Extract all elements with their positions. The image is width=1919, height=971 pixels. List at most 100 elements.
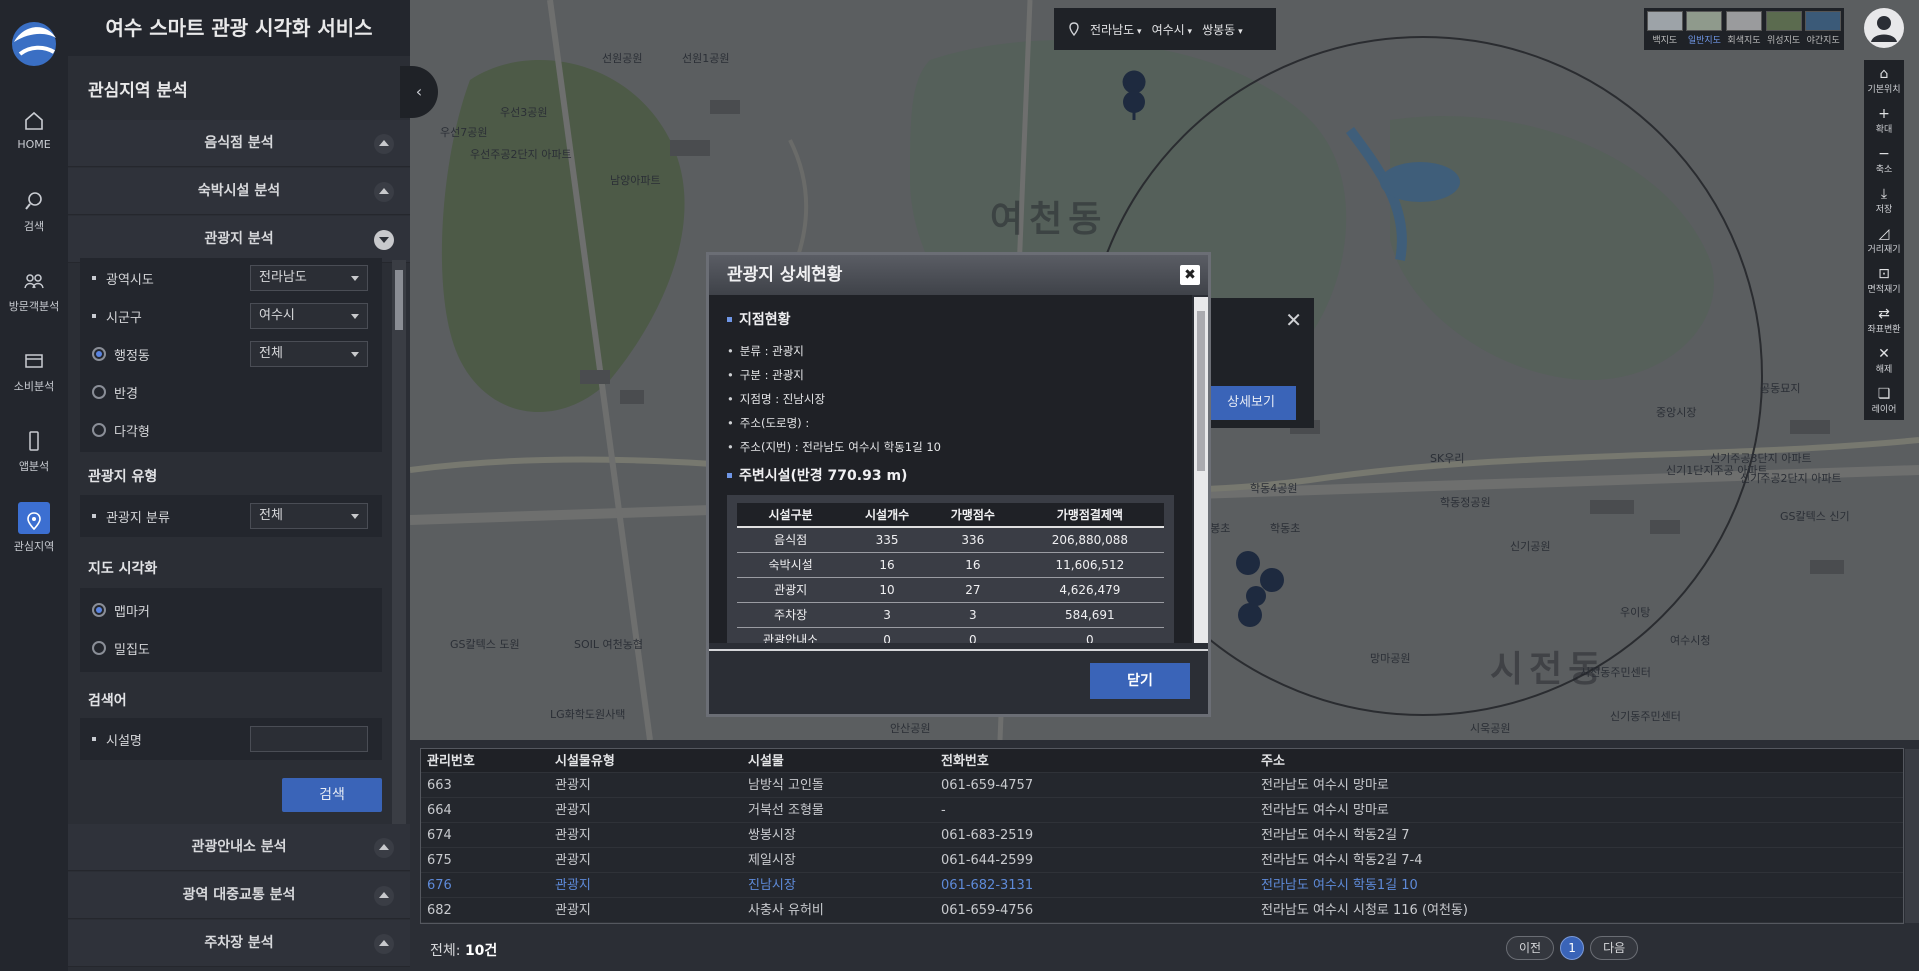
close-icon[interactable]: ✖ [1180,265,1200,285]
scrollbar-thumb[interactable] [395,270,403,330]
map-label: 여수시청 [1670,634,1711,647]
table-row-selected[interactable]: 676 관광지 진남시장 061-682-3131 전라남도 여수시 학동1길 10 [421,873,1903,898]
tool-zoom-out[interactable]: − 축소 [1864,140,1904,180]
map-label: 신기공원 [1510,540,1551,553]
dong-select[interactable]: 전체 [250,341,368,367]
column-header[interactable]: 전화번호 [935,749,1255,772]
prev-page-button[interactable]: 이전 [1506,936,1555,960]
keyword-input[interactable] [250,726,368,752]
table-cell: 11,606,512 [1015,552,1164,578]
column-header[interactable]: 시설물유형 [549,749,742,772]
rail-item-app[interactable]: 앱분석 [0,416,68,490]
tool-measure-area[interactable]: ⊡ 면적재기 [1864,260,1904,300]
city-row: 시군구 여수시 [92,298,382,334]
detail-item: 분류 : 관광지 [727,339,1174,363]
density-radio[interactable] [92,641,106,655]
panel-scrollbar[interactable] [392,260,406,826]
accordion-info-center[interactable]: 관광안내소 분석 [68,824,410,871]
tourism-type-title: 관광지 유형 [88,469,158,485]
detail-item: 주소(도로명) : [727,411,1174,435]
search-button[interactable]: 검색 [282,778,382,812]
table-cell: 관광안내소 [737,627,845,643]
next-page-button[interactable]: 다음 [1590,936,1639,960]
city-select[interactable]: 여수시 [250,303,368,329]
tool-layer[interactable]: ❏ 레이어 [1864,380,1904,420]
table-cell: 사충사 유허비 [748,903,824,918]
map-type-satellite[interactable]: 위성지도 [1765,11,1803,47]
rail-item-home[interactable]: HOME [0,96,68,170]
scrollbar-thumb[interactable] [1197,311,1205,471]
accordion-parking[interactable]: 주차장 분석 [68,920,410,967]
tool-label: 좌표변환 [1867,325,1901,335]
column-header[interactable]: 주소 [1255,749,1895,772]
user-avatar[interactable] [1864,8,1904,48]
marker-radio[interactable] [92,603,106,617]
table-cell: 관광지 [737,577,845,603]
tool-label: 확대 [1875,125,1893,135]
table-row[interactable]: 664 관광지 거북선 조형물 - 전라남도 여수시 망마로 [421,798,1903,823]
panel-title: 관심지역 분석 [88,81,188,101]
dong-label: 행정동 [114,348,150,364]
tool-default-position[interactable]: ⌂ 기본위치 [1864,60,1904,100]
detail-item: 구분 : 관광지 [727,363,1174,387]
table-row[interactable]: 682 관광지 사충사 유허비 061-659-4756 전라남도 여수시 시청로 11… [421,898,1903,923]
city-dropdown[interactable]: 여수시 [1152,21,1193,38]
branch-section-title: 지점현황 [727,309,1174,329]
radius-radio[interactable] [92,385,106,399]
tool-save[interactable]: ⤓ 저장 [1864,180,1904,220]
map-type-gray[interactable]: 회색지도 [1725,11,1763,47]
city-label: 시군구 [106,310,142,326]
table-cell: 전라남도 여수시 학동2길 7-4 [1261,853,1423,868]
tool-zoom-in[interactable]: + 확대 [1864,100,1904,140]
province-dropdown[interactable]: 전라남도 [1090,21,1142,38]
rail-item-search[interactable]: 검색 [0,176,68,250]
tool-measure-distance[interactable]: ◿ 거리재기 [1864,220,1904,260]
map-type-general[interactable]: 일반지도 [1686,11,1724,47]
chevron-left-icon: ‹ [415,82,423,101]
tool-clear[interactable]: ✕ 해제 [1864,340,1904,380]
close-button[interactable]: 닫기 [1090,663,1190,699]
accordion-lodging[interactable]: 숙박시설 분석 [68,168,410,215]
table-cell: - [941,803,946,818]
column-header[interactable]: 시설물 [742,749,935,772]
province-select[interactable]: 전라남도 [250,265,368,291]
table-cell: 16 [844,552,930,578]
total-value: 10건 [464,943,498,959]
rail-item-consumption[interactable]: 소비분석 [0,336,68,410]
tool-label: 축소 [1875,165,1893,175]
keyword-title: 검색어 [88,693,127,709]
dong-radio[interactable] [92,347,106,361]
table-cell: 주차장 [737,602,845,628]
chevron-up-icon [374,838,394,858]
accordion-tourism[interactable]: 관광지 분석 [68,216,410,263]
table-row[interactable]: 675 관광지 제일시장 061-644-2599 전라남도 여수시 학동2길 7-4 [421,848,1903,873]
accordion-restaurant[interactable]: 음식점 분석 [68,120,410,167]
table-row[interactable]: 674 관광지 쌍봉시장 061-683-2519 전라남도 여수시 학동2길 7 [421,823,1903,848]
close-icon[interactable]: ✕ [1285,308,1302,332]
card-icon [25,354,43,368]
nearby-section-title: 주변시설(반경 770.93 m) [727,465,1174,485]
dong-dropdown[interactable]: 쌍봉동 [1202,21,1243,38]
density-row: 밀집도 [92,630,382,666]
tool-coordinate-convert[interactable]: ⇄ 좌표변환 [1864,300,1904,340]
map-type-night[interactable]: 야간지도 [1804,11,1842,47]
table-cell: 관광지 [555,828,591,843]
map-type-blank[interactable]: 백지도 [1646,11,1684,47]
download-icon: ⤓ [1880,186,1888,202]
table-row[interactable]: 663 관광지 남방식 고인돌 061-659-4757 전라남도 여수시 망마로 [421,773,1903,798]
map-district-label: 여천동 [990,199,1108,240]
tourism-type-select[interactable]: 전체 [250,503,368,529]
polygon-radio[interactable] [92,423,106,437]
page-number-button[interactable]: 1 [1560,936,1585,960]
province-label: 광역시도 [106,272,154,288]
map-label: 우선7공원 [440,126,488,139]
results-scrollbar[interactable] [1905,749,1919,923]
modal-scrollbar[interactable] [1194,297,1208,643]
detail-view-button[interactable]: 상세보기 [1206,386,1296,420]
rail-item-visitors[interactable]: 방문객분석 [0,256,68,330]
accordion-transit[interactable]: 광역 대중교통 분석 [68,872,410,919]
map-label: GS칼텍스 도원 [450,638,520,651]
rail-item-interest-area[interactable]: 관심지역 [0,496,68,570]
table-cell: 0 [1015,627,1164,643]
column-header[interactable]: 관리번호 [421,749,549,772]
